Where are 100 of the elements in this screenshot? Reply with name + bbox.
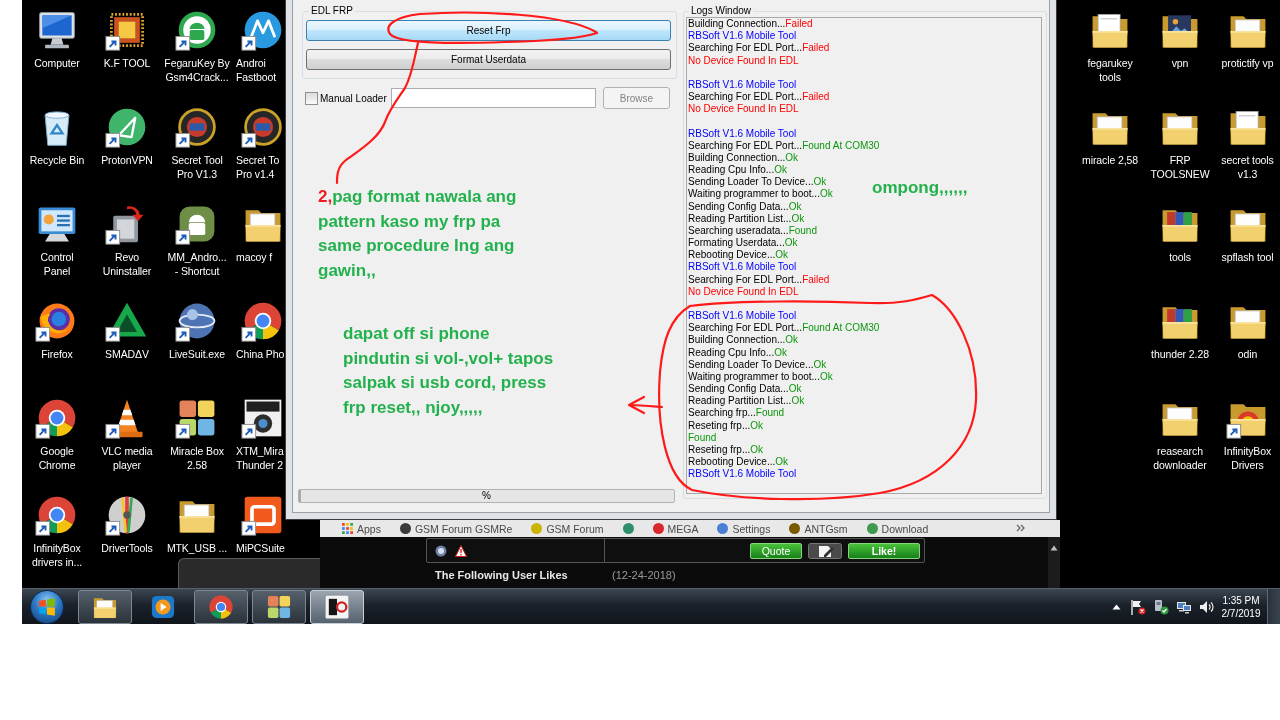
warning-icon (455, 544, 467, 557)
bookmark-link[interactable]: GSM Forum (531, 522, 604, 535)
desktop-item[interactable]: Firefox (22, 299, 92, 361)
desktop-item[interactable]: XTM_Mira Thunder 2 (232, 396, 285, 472)
desktop-item[interactable]: ProtonVPN (92, 105, 162, 167)
desktop-item[interactable]: Miracle Box 2.58 (162, 396, 232, 472)
checkbox-label: Manual Loader (320, 92, 386, 104)
likes-heading: The Following User Likes (435, 568, 569, 582)
log-line: Found (688, 431, 717, 444)
group-title: EDL FRP (310, 5, 354, 17)
desktop-item[interactable]: China Pho (232, 299, 285, 361)
log-line: Searching For EDL Port...Found At COM30 (688, 322, 880, 335)
desktop-item[interactable]: odin (1215, 299, 1280, 361)
desktop-item[interactable]: Secret Tool Pro V1.3 (162, 105, 232, 181)
desktop-item[interactable]: Recycle Bin (22, 105, 92, 167)
desktop-item[interactable]: spflash tool (1215, 202, 1280, 264)
hand-drawn-arrow (627, 395, 664, 415)
desktop-item[interactable]: tools (1145, 202, 1215, 264)
desktop-item[interactable]: Revo Uninstaller (92, 202, 162, 278)
log-line: Sending Loader To Device...Ok (688, 176, 827, 189)
bookmark-link[interactable]: GSM Forum GSMRe (399, 522, 513, 535)
input-field[interactable] (391, 88, 596, 108)
desktop-item[interactable]: secret tools v1.3 (1215, 105, 1280, 181)
log-line: Building Connection...Failed (688, 18, 813, 31)
desktop-item[interactable]: vpn (1145, 8, 1215, 70)
desktop-item[interactable]: MM_Andro... - Shortcut (162, 202, 232, 278)
checkbox[interactable] (305, 91, 318, 105)
bookmark-link[interactable]: MEGA (652, 522, 699, 535)
log-line: No Device Found In EDL (688, 54, 799, 67)
desktop-item[interactable]: reasearch downloader (1145, 396, 1215, 472)
log-line: No Device Found In EDL (688, 285, 799, 298)
log-line: RBSoft V1.6 Mobile Tool (688, 78, 797, 91)
device-check-icon[interactable] (1153, 598, 1169, 615)
flag-icon[interactable] (1130, 598, 1146, 615)
bookmark-link[interactable]: Settings (717, 522, 771, 535)
log-line: RBSoft V1.6 Mobile Tool (688, 261, 797, 274)
desktop-item[interactable]: InfinityBox drivers in... (22, 493, 92, 569)
double-chevron-icon[interactable] (1016, 524, 1026, 532)
log-line: Rebooting Device...Ok (688, 249, 789, 262)
taskbar-button[interactable] (252, 589, 306, 624)
bookmark-link[interactable]: ANTGsm (789, 522, 848, 535)
log-line: Searching frp...Found (688, 407, 785, 420)
desktop-item[interactable]: DriverTools (92, 493, 162, 555)
log-line: RBSoft V1.6 Mobile Tool (688, 127, 797, 140)
log-line: Searching useradata...Found (688, 224, 817, 238)
log-line: Searching For EDL Port...Failed (688, 42, 830, 55)
progress-label: % (482, 490, 491, 502)
log-line: Reseting frp...Ok (688, 443, 764, 457)
bookmark-link[interactable]: Download (866, 522, 929, 535)
start-button[interactable] (30, 589, 64, 624)
log-line: RBSoft V1.6 Mobile Tool (688, 30, 797, 43)
desktop-item[interactable]: SMADΔV (92, 299, 162, 361)
desktop-item[interactable]: Computer (22, 8, 92, 70)
desktop-item[interactable]: fegarukey tools (1075, 8, 1145, 84)
desktop-item[interactable]: macoy f (232, 202, 285, 264)
bookmark-icon[interactable] (622, 523, 634, 534)
log-line: Sending Loader To Device...Ok (688, 358, 827, 371)
desktop-item[interactable]: FRP TOOLSNEW (1145, 105, 1215, 181)
desktop-item[interactable]: LiveSuit.exe (162, 299, 232, 361)
action-button[interactable]: Reset Frp (306, 20, 671, 41)
group-title: Logs Window (690, 5, 753, 17)
desktop-item[interactable]: MTK_USB ... (162, 493, 232, 555)
action-button[interactable]: Format Userdata (306, 49, 671, 70)
log-line: Searching For EDL Port...Failed (688, 273, 830, 286)
log-line: Formating Userdata...Ok (688, 237, 798, 250)
status-icon (435, 544, 447, 557)
caret-icon[interactable] (1112, 603, 1121, 610)
taskbar-button[interactable] (78, 589, 132, 624)
desktop-item[interactable]: Control Panel (22, 202, 92, 278)
log-line: Reading Partition List...Ok (688, 395, 805, 408)
log-line: Reseting frp...Ok (688, 419, 764, 432)
bookmark-link[interactable]: Apps (342, 522, 381, 535)
log-line: Building Connection...Ok (688, 151, 799, 165)
caret-icon[interactable] (1050, 545, 1058, 551)
desktop-item[interactable]: VLC media player (92, 396, 162, 472)
desktop-item[interactable]: Secret To Pro v1.4 (232, 105, 285, 181)
log-line: Searching For EDL Port...Found At COM30 (688, 139, 880, 152)
clock-time: 1:35 PM (1222, 593, 1260, 607)
taskbar-button[interactable] (194, 589, 248, 624)
taskbar-button[interactable] (310, 589, 364, 624)
desktop-item[interactable]: thunder 2.28 (1145, 299, 1215, 361)
log-line: Rebooting Device...Ok (688, 456, 789, 469)
log-line: Searching For EDL Port...Failed (688, 91, 830, 104)
desktop-item[interactable]: MiPCSuite (232, 493, 285, 555)
desktop-item[interactable]: protictify vp (1215, 8, 1280, 70)
edit-icon[interactable] (808, 542, 842, 559)
annotation-text: dapat off si phone pindutin si vol-,vol+ tapos salpak si usb cord, press frp reset,, njoy,,,,, (343, 323, 555, 419)
log-line: Reading Partition List...Ok (688, 212, 805, 225)
log-line: Sending Config Data...Ok (688, 383, 802, 396)
desktop-item[interactable]: InfinityBox Drivers (1215, 396, 1280, 472)
log-line: Reading Cpu Info...Ok (688, 346, 787, 359)
desktop-item[interactable]: Androi Fastboot (232, 8, 285, 84)
desktop-item[interactable]: miracle 2,58 (1075, 105, 1145, 167)
desktop-item[interactable]: Google Chrome (22, 396, 92, 472)
log-line: Waiting programmer to boot...Ok (688, 370, 833, 384)
desktop-item[interactable]: K.F TOOL (92, 8, 162, 70)
annotation-text: 2,pag format nawala ang pattern kaso my frp pa same procedure lng ang gawin,, (318, 186, 518, 282)
scrollbar[interactable] (1048, 537, 1060, 588)
log-line: Sending Config Data...Ok (688, 200, 802, 213)
desktop-item[interactable]: FegaruKey By Gsm4Crack... (162, 8, 232, 84)
